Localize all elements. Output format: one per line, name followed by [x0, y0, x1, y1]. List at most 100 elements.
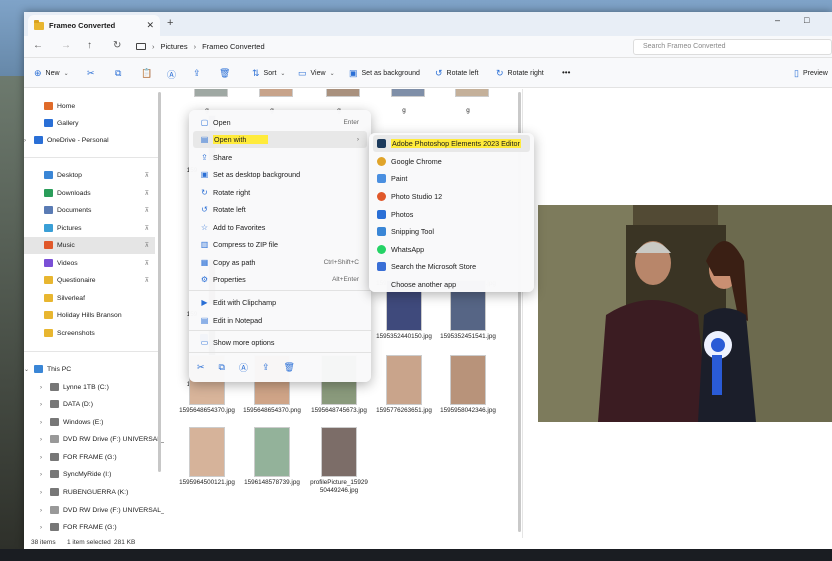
delete-icon[interactable]: 🗑: [284, 362, 295, 373]
rotate-left-button[interactable]: ↺ Rotate left: [435, 68, 478, 79]
navigation-scrollbar[interactable]: [158, 92, 161, 472]
sidebar-item-holiday-hills-branson[interactable]: Holiday Hills Branson: [24, 307, 155, 324]
share-icon[interactable]: ⇪: [193, 68, 201, 79]
menu-item-edit-in-notepad[interactable]: ▤ Edit in Notepad: [193, 312, 367, 329]
open-with-choose-another-app[interactable]: Choose another app: [373, 276, 530, 293]
sidebar-item-rubenguerra-k[interactable]: › RUBENGUERRA (K:): [24, 484, 155, 501]
menu-item-rotate-right[interactable]: ↻ Rotate right: [193, 184, 367, 201]
sidebar-item-data-d[interactable]: › DATA (D:): [24, 396, 155, 413]
sidebar-item-videos[interactable]: Videos ⊼: [24, 255, 155, 272]
menu-item-properties[interactable]: ⚙ Properties Alt+Enter: [193, 271, 367, 288]
file-thumbnail[interactable]: [194, 89, 228, 97]
refresh-button[interactable]: ↻: [113, 40, 121, 51]
open-with-google-chrome[interactable]: Google Chrome: [373, 153, 530, 170]
sidebar-item-dvd-rw-drive-f-universal-stu[interactable]: › DVD RW Drive (F:) UNIVERSAL_STU: [24, 431, 178, 448]
rename-icon[interactable]: Ⓐ: [239, 361, 248, 374]
expand-chevron-icon[interactable]: ›: [40, 455, 42, 461]
sidebar-item-screenshots[interactable]: Screenshots: [24, 325, 155, 342]
file-thumbnail[interactable]: [450, 355, 486, 405]
expand-chevron-icon[interactable]: ›: [40, 437, 42, 443]
file-name[interactable]: 1595776263651.jpg: [374, 407, 434, 415]
sidebar-item-gallery[interactable]: Gallery: [24, 115, 155, 132]
file-thumbnail[interactable]: [326, 89, 360, 97]
menu-item-rotate-left[interactable]: ↺ Rotate left: [193, 201, 367, 218]
sidebar-item-dvd-rw-drive-f-universal-stui[interactable]: › DVD RW Drive (F:) UNIVERSAL_STUI: [24, 502, 180, 519]
file-name[interactable]: 1596148578739.jpg: [242, 479, 302, 487]
file-thumbnail[interactable]: [321, 427, 357, 477]
sidebar-item-this-pc[interactable]: ⌄ This PC: [24, 361, 155, 378]
paste-icon[interactable]: 📋: [141, 68, 152, 79]
search-input[interactable]: Search Frameo Converted: [633, 39, 832, 55]
file-thumbnail[interactable]: [259, 89, 293, 97]
menu-item-add-to-favorites[interactable]: ☆ Add to Favorites: [193, 219, 367, 236]
sidebar-item-documents[interactable]: Documents ⊼: [24, 202, 155, 219]
file-name[interactable]: 1595964500121.jpg: [177, 479, 237, 487]
sidebar-item-desktop[interactable]: Desktop ⊼: [24, 167, 155, 184]
see-more-button[interactable]: •••: [562, 68, 570, 77]
open-with-adobe-photoshop-elements-2023-editor[interactable]: Adobe Photoshop Elements 2023 Editor: [373, 135, 530, 152]
close-tab-icon[interactable]: ✕: [146, 20, 154, 31]
open-with-paint[interactable]: Paint: [373, 170, 530, 187]
tab-frameo-converted[interactable]: Frameo Converted ✕: [28, 15, 160, 36]
crumb-frameo-converted[interactable]: Frameo Converted: [202, 42, 265, 51]
expand-chevron-icon[interactable]: ›: [40, 420, 42, 426]
file-name[interactable]: 1595648654370.png: [242, 407, 302, 415]
sidebar-item-lynne-1tb-c[interactable]: › Lynne 1TB (C:): [24, 379, 155, 396]
preview-button[interactable]: ▯ Preview: [794, 68, 828, 79]
sidebar-item-onedrive-personal[interactable]: › OneDrive - Personal: [24, 132, 155, 149]
sidebar-item-windows-e[interactable]: › Windows (E:): [24, 414, 155, 431]
new-button[interactable]: ⊕ New ⌄: [34, 68, 69, 79]
sidebar-item-music[interactable]: Music ⊼: [24, 237, 155, 254]
delete-icon[interactable]: 🗑: [219, 68, 230, 79]
back-button[interactable]: ←: [33, 40, 43, 51]
menu-item-share[interactable]: ⇪ Share: [193, 149, 367, 166]
file-name[interactable]: 1595352451541.jpg: [438, 333, 498, 341]
expand-chevron-icon[interactable]: ⌄: [24, 366, 29, 373]
file-thumbnail[interactable]: [391, 89, 425, 97]
copy-icon[interactable]: ⧉: [115, 68, 121, 79]
file-name[interactable]: 1595958042346.jpg: [438, 407, 498, 415]
sidebar-item-for-frame-g[interactable]: › FOR FRAME (G:): [24, 519, 155, 536]
expand-chevron-icon[interactable]: ›: [40, 472, 42, 478]
sidebar-item-questionaire[interactable]: Questionaire ⊼: [24, 272, 155, 289]
menu-item-open[interactable]: ▢ Open Enter: [193, 114, 367, 131]
file-thumbnail[interactable]: [189, 427, 225, 477]
menu-item-show-more-options[interactable]: ▭ Show more options: [193, 334, 367, 351]
expand-chevron-icon[interactable]: ›: [24, 138, 26, 144]
cut-icon[interactable]: ✂: [87, 68, 95, 79]
file-thumbnail[interactable]: [254, 427, 290, 477]
menu-item-copy-as-path[interactable]: ▦ Copy as path Ctrl+Shift+C: [193, 254, 367, 271]
menu-item-set-as-desktop-background[interactable]: ▣ Set as desktop background: [193, 166, 367, 183]
sidebar-item-syncmyride-i[interactable]: › SyncMyRide (I:): [24, 466, 155, 483]
file-name[interactable]: profilePicture_1592950449246.jpg: [309, 479, 369, 495]
rotate-right-button[interactable]: ↻ Rotate right: [496, 68, 544, 79]
sort-button[interactable]: ⇅ Sort ⌄: [252, 68, 285, 79]
up-button[interactable]: ↑: [87, 40, 92, 51]
expand-chevron-icon[interactable]: ›: [40, 508, 42, 514]
rename-icon[interactable]: Ⓐ: [167, 68, 176, 81]
forward-button[interactable]: →: [61, 40, 71, 51]
file-thumbnail[interactable]: [386, 355, 422, 405]
sidebar-item-pictures[interactable]: Pictures ⊼: [24, 220, 155, 237]
sidebar-item-downloads[interactable]: Downloads ⊼: [24, 185, 155, 202]
sidebar-item-home[interactable]: Home: [24, 98, 155, 115]
expand-chevron-icon[interactable]: ›: [40, 402, 42, 408]
menu-item-edit-with-clipchamp[interactable]: ▶ Edit with Clipchamp: [193, 294, 367, 311]
open-with-snipping-tool[interactable]: Snipping Tool: [373, 223, 530, 240]
sidebar-item-silverleaf[interactable]: Silverleaf: [24, 290, 155, 307]
expand-chevron-icon[interactable]: ›: [40, 525, 42, 531]
expand-chevron-icon[interactable]: ›: [40, 385, 42, 391]
maximize-button[interactable]: □: [804, 15, 809, 25]
view-button[interactable]: ▭ View ⌄: [298, 68, 335, 79]
sidebar-item-for-frame-g[interactable]: › FOR FRAME (G:): [24, 449, 155, 466]
file-name[interactable]: 1595648745673.jpg: [309, 407, 369, 415]
crumb-pictures[interactable]: Pictures: [161, 42, 188, 51]
expand-chevron-icon[interactable]: ›: [40, 490, 42, 496]
file-name[interactable]: 1595352440150.jpg: [374, 333, 434, 341]
copy-icon[interactable]: ⧉: [219, 362, 225, 373]
open-with-whatsapp[interactable]: WhatsApp: [373, 241, 530, 258]
open-with-search-the-microsoft-store[interactable]: Search the Microsoft Store: [373, 258, 530, 275]
cut-icon[interactable]: ✂: [197, 362, 205, 373]
menu-item-compress-to-zip-file[interactable]: ▥ Compress to ZIP file: [193, 236, 367, 253]
minimize-button[interactable]: –: [775, 15, 780, 25]
